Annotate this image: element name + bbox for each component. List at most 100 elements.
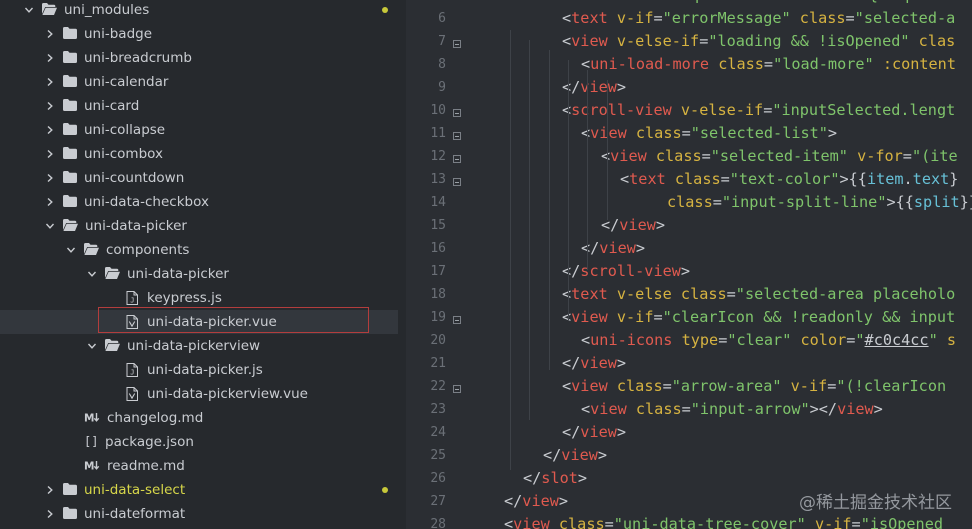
code-token: class: [558, 515, 605, 529]
code-line[interactable]: <text class="text-color">{{item.text}: [620, 170, 958, 188]
code-line[interactable]: </scroll-view>: [562, 262, 690, 280]
tree-item[interactable]: uni-data-picker: [0, 262, 398, 286]
code-token: "inputSelected.lengt: [772, 101, 956, 119]
fold-toggle-icon[interactable]: [453, 109, 461, 117]
fold-toggle-icon[interactable]: [453, 316, 461, 324]
code-line[interactable]: </view>: [601, 216, 665, 234]
code-token: }: [949, 170, 959, 188]
chevron-right-icon[interactable]: [45, 101, 55, 111]
tree-item[interactable]: uni-data-pickerview.vue: [0, 382, 398, 406]
tree-item[interactable]: uni-breadcrumb: [0, 46, 398, 70]
code-line[interactable]: <uni-icons type="clear" color="#c0c4cc" …: [581, 331, 956, 349]
code-token: "(!clearIcon: [836, 377, 947, 395]
code-line[interactable]: <view class="uni-data-tree-cover" v-if="…: [504, 515, 943, 529]
code-token: split: [913, 193, 960, 211]
chevron-down-icon[interactable]: [66, 245, 76, 255]
code-line[interactable]: <text v-else class="selected-area placeh…: [562, 285, 955, 303]
tree-item[interactable]: uni-combox: [0, 142, 398, 166]
code-token: =: [681, 400, 691, 418]
fold-toggle-icon[interactable]: [453, 178, 461, 186]
code-token: "selected-a: [854, 9, 956, 27]
code-line[interactable]: </view>: [543, 446, 607, 464]
tree-item-label: components: [106, 242, 190, 258]
chevron-down-icon[interactable]: [87, 341, 97, 351]
tree-item[interactable]: uni-badge: [0, 22, 398, 46]
code-token: =: [701, 147, 711, 165]
chevron-down-icon[interactable]: [24, 5, 34, 15]
tree-item-label: uni-dateformat: [84, 506, 186, 522]
tree-item[interactable]: Juni-data-picker.js: [0, 358, 398, 382]
code-token: class: [799, 9, 846, 27]
chevron-right-icon[interactable]: [45, 125, 55, 135]
code-line[interactable]: <view class="selected-list">: [581, 124, 837, 142]
tree-item[interactable]: uni-data-picker: [0, 214, 398, 238]
code-line[interactable]: </slot>: [523, 469, 587, 487]
tree-item[interactable]: uni-collapse: [0, 118, 398, 142]
code-token: view: [580, 78, 617, 96]
code-line[interactable]: </view>: [562, 423, 626, 441]
code-token: =: [902, 147, 912, 165]
code-line[interactable]: </view>: [562, 354, 626, 372]
watermark: @稀土掘金技术社区: [799, 493, 952, 513]
chevron-down-icon[interactable]: [45, 221, 55, 231]
tree-item[interactable]: uni-card: [0, 94, 398, 118]
tree-item[interactable]: Mreadme.md: [0, 454, 398, 478]
fold-toggle-icon[interactable]: [453, 385, 461, 393]
fold-toggle-icon[interactable]: [453, 155, 461, 163]
code-line[interactable]: <view v-if="clearIcon && !readonly && in…: [562, 308, 955, 326]
tree-item-label: uni-data-picker.vue: [147, 314, 277, 330]
code-token: =: [851, 515, 861, 529]
code-token: <: [620, 170, 630, 188]
fold-toggle-icon[interactable]: [453, 132, 461, 140]
code-line[interactable]: class="input-split-line">{{split}}<: [667, 193, 972, 211]
code-line[interactable]: <text v-if="errorMessage" class="selecte…: [562, 9, 955, 27]
code-token: "loading && !isOpened": [708, 32, 910, 50]
tree-item[interactable]: uni-dateformat: [0, 502, 398, 526]
chevron-down-icon[interactable]: [87, 269, 97, 279]
tree-item[interactable]: uni-data-picker.vue: [0, 310, 398, 334]
tree-item[interactable]: uni-data-select: [0, 478, 398, 502]
tree-item[interactable]: [] package.json: [0, 430, 398, 454]
tree-item-label: uni-data-select: [84, 482, 186, 498]
tree-item[interactable]: Jkeypress.js: [0, 286, 398, 310]
code-editor[interactable]: 5 6 7 8 9 10 11 12 13 14 15 16 17 18 19 20 21 22 23 24 25 26 2…: [406, 0, 972, 529]
tree-item[interactable]: uni-data-checkbox: [0, 190, 398, 214]
chevron-right-icon[interactable]: [45, 173, 55, 183]
code-line[interactable]: <scroll-view v-else-if="inputSelected.le…: [562, 101, 955, 119]
chevron-right-icon[interactable]: [45, 485, 55, 495]
code-line[interactable]: <view class="selected-item" v-for="(ite: [601, 147, 958, 165]
code-line[interactable]: </view>: [581, 239, 645, 257]
chevron-right-icon[interactable]: [45, 29, 55, 39]
tree-item[interactable]: components: [0, 238, 398, 262]
tree-item[interactable]: uni_modules: [0, 0, 398, 22]
code-token: class: [674, 170, 721, 188]
tree-item[interactable]: uni-calendar: [0, 70, 398, 94]
tree-item[interactable]: uni-data-pickerview: [0, 334, 398, 358]
code-token: "clearIcon && !readonly && input: [662, 308, 956, 326]
code-line[interactable]: <view class="input-value" :class="{'inpu…: [558, 0, 960, 4]
code-line[interactable]: <view v-else-if="loading && !isOpened" c…: [562, 32, 955, 50]
chevron-right-icon[interactable]: [45, 197, 55, 207]
line-number: 23: [430, 402, 446, 417]
fold-toggle-icon[interactable]: [453, 40, 461, 48]
chevron-right-icon[interactable]: [45, 149, 55, 159]
chevron-right-icon[interactable]: [45, 509, 55, 519]
code-line[interactable]: <uni-load-more class="load-more" :conten…: [581, 55, 956, 73]
chevron-right-icon[interactable]: [45, 53, 55, 63]
code-line[interactable]: </view>: [504, 492, 568, 510]
code-line[interactable]: <view class="input-arrow"></view>: [581, 400, 883, 418]
code-line[interactable]: </view>: [562, 78, 626, 96]
tree-item[interactable]: Mchangelog.md: [0, 406, 398, 430]
chevron-right-icon[interactable]: [45, 77, 55, 87]
code-token: class: [635, 124, 682, 142]
vue-file-icon: [126, 387, 140, 401]
tree-item[interactable]: uni-countdown: [0, 166, 398, 190]
code-line[interactable]: <view class="arrow-area" v-if="(!clearIc…: [562, 377, 946, 395]
code-token: slot: [541, 469, 578, 487]
